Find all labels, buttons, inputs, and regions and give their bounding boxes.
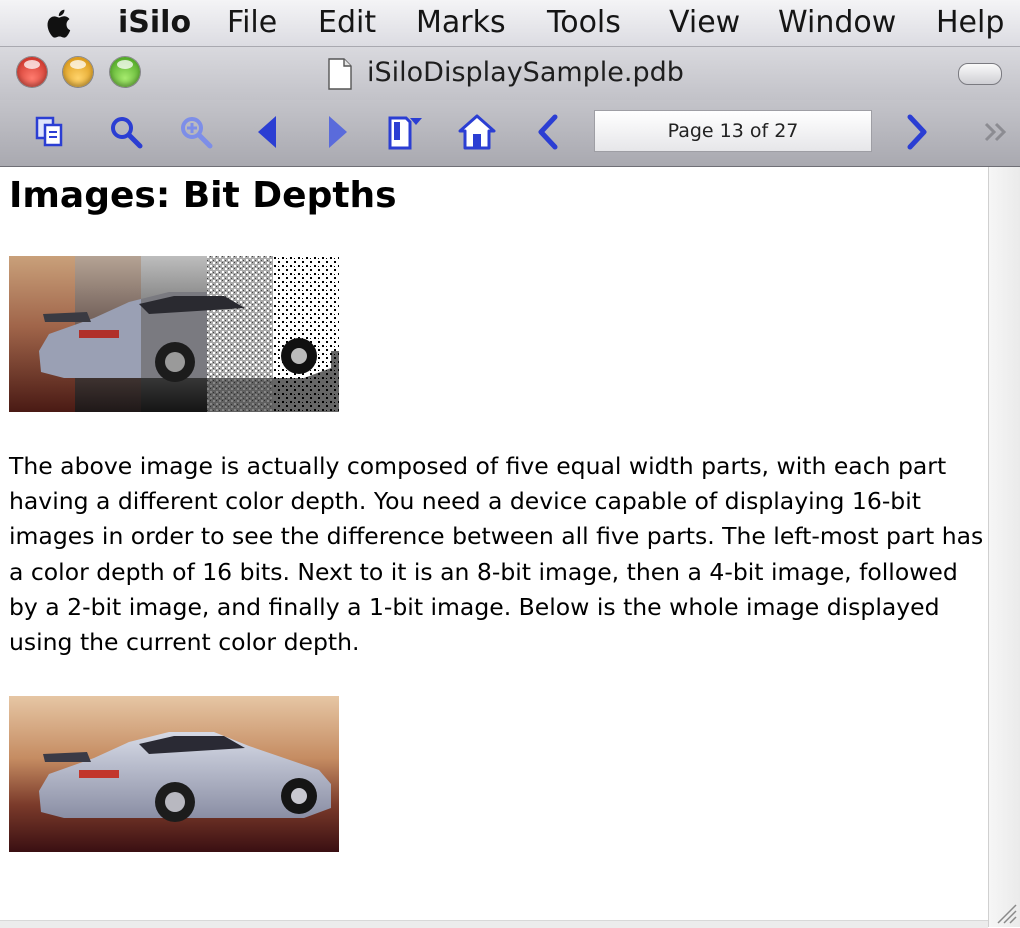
zoom-window-button[interactable]: [110, 57, 140, 87]
minimize-window-button[interactable]: [63, 57, 93, 87]
menu-help[interactable]: Help: [936, 5, 1004, 41]
next-page-icon[interactable]: [897, 112, 937, 152]
menu-tools[interactable]: Tools: [547, 5, 621, 41]
forward-icon[interactable]: [318, 112, 358, 152]
bookmark-icon[interactable]: [384, 112, 424, 152]
overflow-chevron-icon[interactable]: [976, 112, 1016, 152]
bit-depth-comparison-car-image: [9, 256, 339, 412]
home-icon[interactable]: [457, 112, 497, 152]
menu-view[interactable]: View: [669, 5, 740, 41]
menu-window[interactable]: Window: [778, 5, 896, 41]
previous-page-icon[interactable]: [528, 112, 568, 152]
close-window-button[interactable]: [17, 57, 47, 87]
page-indicator[interactable]: Page 13 of 27: [594, 110, 872, 152]
vertical-scrollbar[interactable]: [988, 167, 1020, 927]
menu-app-isilo[interactable]: iSilo: [118, 5, 191, 41]
resize-grip-icon[interactable]: [990, 897, 1018, 925]
menu-bar: iSilo File Edit Marks Tools View Window …: [0, 0, 1020, 47]
page-heading: Images: Bit Depths: [9, 175, 397, 216]
copy-icon[interactable]: [30, 112, 70, 152]
window-title: iSiloDisplaySample.pdb: [367, 57, 684, 88]
document-icon: [328, 58, 352, 90]
apple-icon[interactable]: [40, 3, 80, 43]
menu-edit[interactable]: Edit: [318, 5, 376, 41]
search-icon[interactable]: [106, 112, 146, 152]
back-icon[interactable]: [247, 112, 287, 152]
zoom-in-icon[interactable]: [176, 112, 216, 152]
full-color-car-image: [9, 696, 339, 852]
menu-file[interactable]: File: [227, 5, 277, 41]
menu-marks[interactable]: Marks: [416, 5, 506, 41]
description-paragraph: The above image is actually composed of …: [9, 452, 984, 657]
toolbar-toggle-button[interactable]: [958, 63, 1002, 85]
